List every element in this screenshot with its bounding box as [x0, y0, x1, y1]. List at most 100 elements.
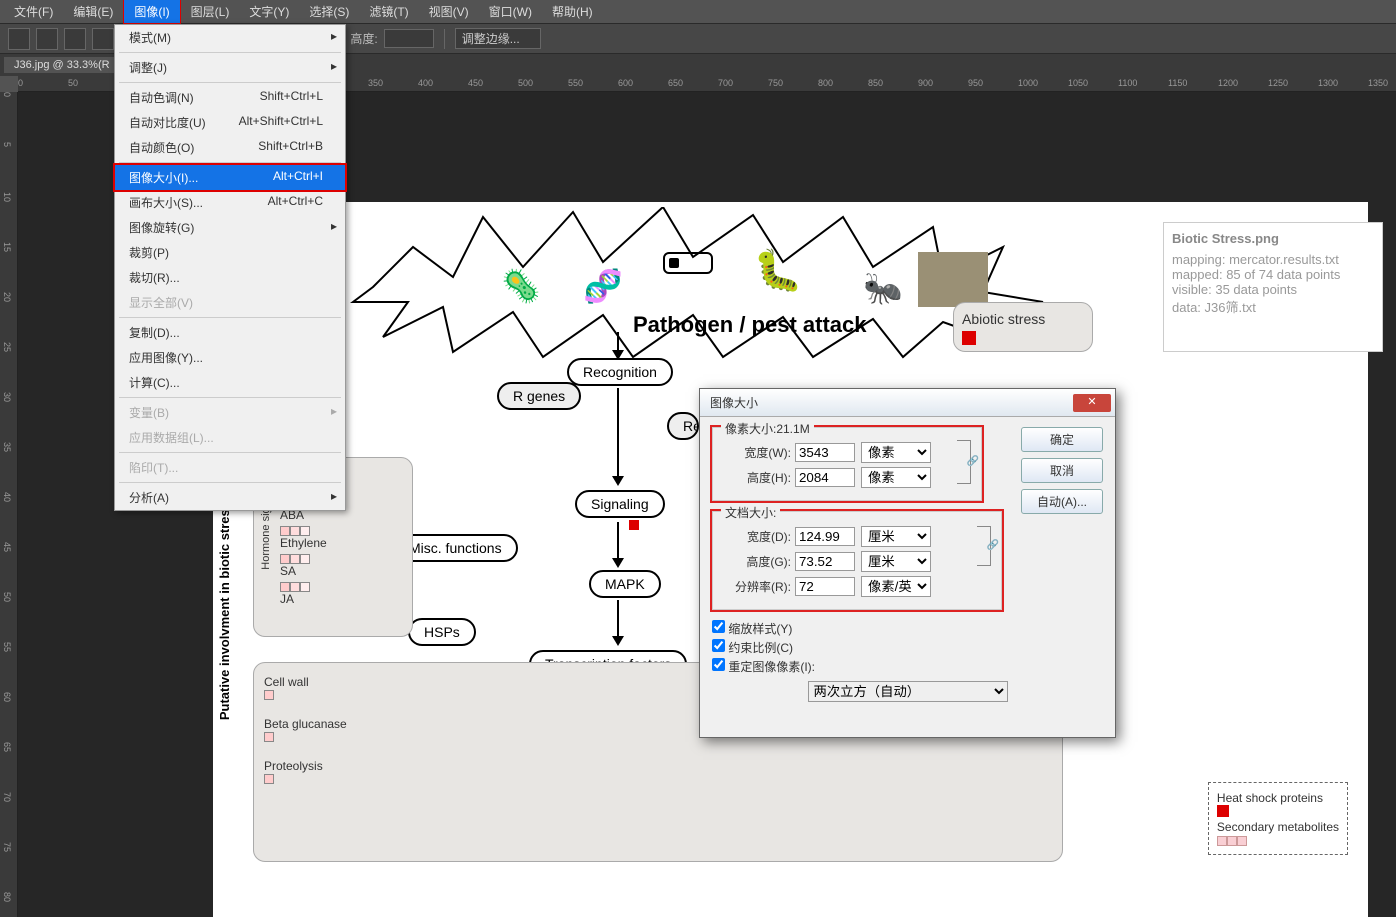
resample-select[interactable]: 两次立方（自动） [808, 681, 1008, 702]
document-tab[interactable]: J36.jpg @ 33.3%(R [4, 57, 120, 73]
refine-edge-button[interactable]: 调整边缘... [455, 28, 541, 49]
selection-mode-1-icon[interactable] [36, 28, 58, 50]
menu-text[interactable]: 文字(Y) [239, 0, 299, 23]
ruler-tick: 15 [2, 242, 12, 252]
height-unit-select[interactable]: 像素 [861, 467, 931, 488]
ruler-tick: 800 [818, 78, 833, 88]
info-visible: visible: 35 data points [1172, 282, 1374, 297]
ruler-tick: 1350 [1368, 78, 1388, 88]
ruler-tick: 20 [2, 292, 12, 302]
ruler-tick: 35 [2, 442, 12, 452]
menu-help[interactable]: 帮助(H) [542, 0, 603, 23]
hsps-node: HSPs [408, 618, 476, 646]
menu-item[interactable]: 图像旋转(G)▸ [115, 215, 345, 240]
menu-filter[interactable]: 滤镜(T) [359, 0, 418, 23]
menu-item[interactable]: 自动颜色(O)Shift+Ctrl+B [115, 135, 345, 160]
dialog-titlebar[interactable]: 图像大小 ✕ [700, 389, 1115, 417]
abiotic-label: Abiotic stress [962, 311, 1084, 327]
rgenes-node: R genes [497, 382, 581, 410]
info-box: Biotic Stress.png mapping: mercator.resu… [1163, 222, 1383, 352]
selection-mode-2-icon[interactable] [64, 28, 86, 50]
menu-item[interactable]: 模式(M)▸ [115, 25, 345, 50]
close-button[interactable]: ✕ [1073, 394, 1111, 412]
ruler-tick: 1150 [1168, 78, 1187, 88]
cancel-button[interactable]: 取消 [1021, 458, 1103, 483]
res-unit-select[interactable]: 像素/英寸 [861, 576, 931, 597]
menu-file[interactable]: 文件(F) [4, 0, 63, 23]
menu-item[interactable]: 自动色调(N)Shift+Ctrl+L [115, 85, 345, 110]
menu-separator [119, 52, 341, 53]
doc-height-unit-select[interactable]: 厘米 [861, 551, 931, 572]
menu-item[interactable]: 图像大小(I)...Alt+Ctrl+I [115, 165, 345, 190]
menu-separator [119, 162, 341, 163]
red-swatch [1217, 805, 1229, 817]
ruler-tick: 70 [2, 792, 12, 802]
menu-select[interactable]: 选择(S) [299, 0, 359, 23]
menu-item[interactable]: 裁剪(P) [115, 240, 345, 265]
ruler-tick: 850 [868, 78, 883, 88]
doc-width-input[interactable] [795, 527, 855, 546]
ruler-tick: 1000 [1018, 78, 1038, 88]
menu-layer[interactable]: 图层(L) [181, 0, 240, 23]
arrow [617, 388, 619, 478]
pixel-legend: 像素大小:21.1M [721, 420, 814, 437]
menu-item[interactable]: 自动对比度(U)Alt+Shift+Ctrl+L [115, 110, 345, 135]
link-icon[interactable]: 🔗 [967, 456, 979, 467]
menubar: 文件(F) 编辑(E) 图像(I) 图层(L) 文字(Y) 选择(S) 滤镜(T… [0, 0, 1396, 24]
info-mapping: mapping: mercator.results.txt [1172, 252, 1374, 267]
menu-separator [119, 452, 341, 453]
menu-edit[interactable]: 编辑(E) [63, 0, 123, 23]
doc-height-label: 高度(G): [721, 553, 791, 570]
width-input[interactable] [795, 443, 855, 462]
bug-icon: 🐛 [753, 247, 803, 294]
menu-item[interactable]: 复制(D)... [115, 320, 345, 345]
ruler-tick: 25 [2, 342, 12, 352]
ruler-tick: 1100 [1118, 78, 1137, 88]
menu-item[interactable]: 裁切(R)... [115, 265, 345, 290]
width-unit-select[interactable]: 像素 [861, 442, 931, 463]
height-input[interactable] [795, 468, 855, 487]
info-data: data: J36筛.txt [1172, 297, 1374, 316]
height-input[interactable] [384, 29, 434, 48]
doc-width-unit-select[interactable]: 厘米 [861, 526, 931, 547]
menu-item: 应用数据组(L)... [115, 425, 345, 450]
ruler-tick: 65 [2, 742, 12, 752]
ruler-tick: 5 [2, 142, 12, 147]
constrain-check[interactable]: 约束比例(C) [712, 639, 1103, 656]
menu-item[interactable]: 调整(J)▸ [115, 55, 345, 80]
resample-check[interactable]: 重定图像像素(I): [712, 658, 1103, 675]
menu-item[interactable]: 应用图像(Y)... [115, 345, 345, 370]
image-size-dialog: 图像大小 ✕ 像素大小:21.1M 宽度(W): 像素 高度(H): 像素 🔗 … [699, 388, 1116, 738]
menu-item[interactable]: 计算(C)... [115, 370, 345, 395]
menu-item[interactable]: 分析(A)▸ [115, 485, 345, 510]
ruler-tick: 80 [2, 892, 12, 902]
menu-item: 变量(B)▸ [115, 400, 345, 425]
menu-window[interactable]: 窗口(W) [479, 0, 542, 23]
menu-item: 显示全部(V) [115, 290, 345, 315]
ruler-tick: 950 [968, 78, 983, 88]
menu-item[interactable]: 画布大小(S)...Alt+Ctrl+C [115, 190, 345, 215]
scale-styles-check[interactable]: 缩放样式(Y) [712, 620, 1103, 637]
heat-label-2: Secondary metabolites [1217, 820, 1339, 834]
menu-item: 陷印(T)... [115, 455, 345, 480]
menu-image[interactable]: 图像(I) [123, 0, 180, 24]
arrow [617, 332, 619, 352]
info-mapped: mapped: 85 of 74 data points [1172, 267, 1374, 282]
heat-indicator [962, 331, 976, 345]
doc-height-input[interactable] [795, 552, 855, 571]
heat-indicator [629, 520, 639, 530]
image-menu-dropdown: 模式(M)▸ 调整(J)▸ 自动色调(N)Shift+Ctrl+L自动对比度(U)A… [114, 24, 346, 511]
res-input[interactable] [795, 577, 855, 596]
hormone-row: SA [280, 554, 404, 578]
menu-view[interactable]: 视图(V) [419, 0, 479, 23]
ok-button[interactable]: 确定 [1021, 427, 1103, 452]
ruler-tick: 1300 [1318, 78, 1338, 88]
tool-preset-icon[interactable] [8, 28, 30, 50]
link-icon[interactable]: 🔗 [987, 540, 999, 551]
ruler-tick: 30 [2, 392, 12, 402]
ruler-tick: 60 [2, 692, 12, 702]
ruler-vertical: 05101520253035404550556065707580 [0, 92, 18, 917]
selection-mode-3-icon[interactable] [92, 28, 114, 50]
auto-button[interactable]: 自动(A)... [1021, 489, 1103, 514]
resample-row: 两次立方（自动） [712, 681, 1103, 702]
